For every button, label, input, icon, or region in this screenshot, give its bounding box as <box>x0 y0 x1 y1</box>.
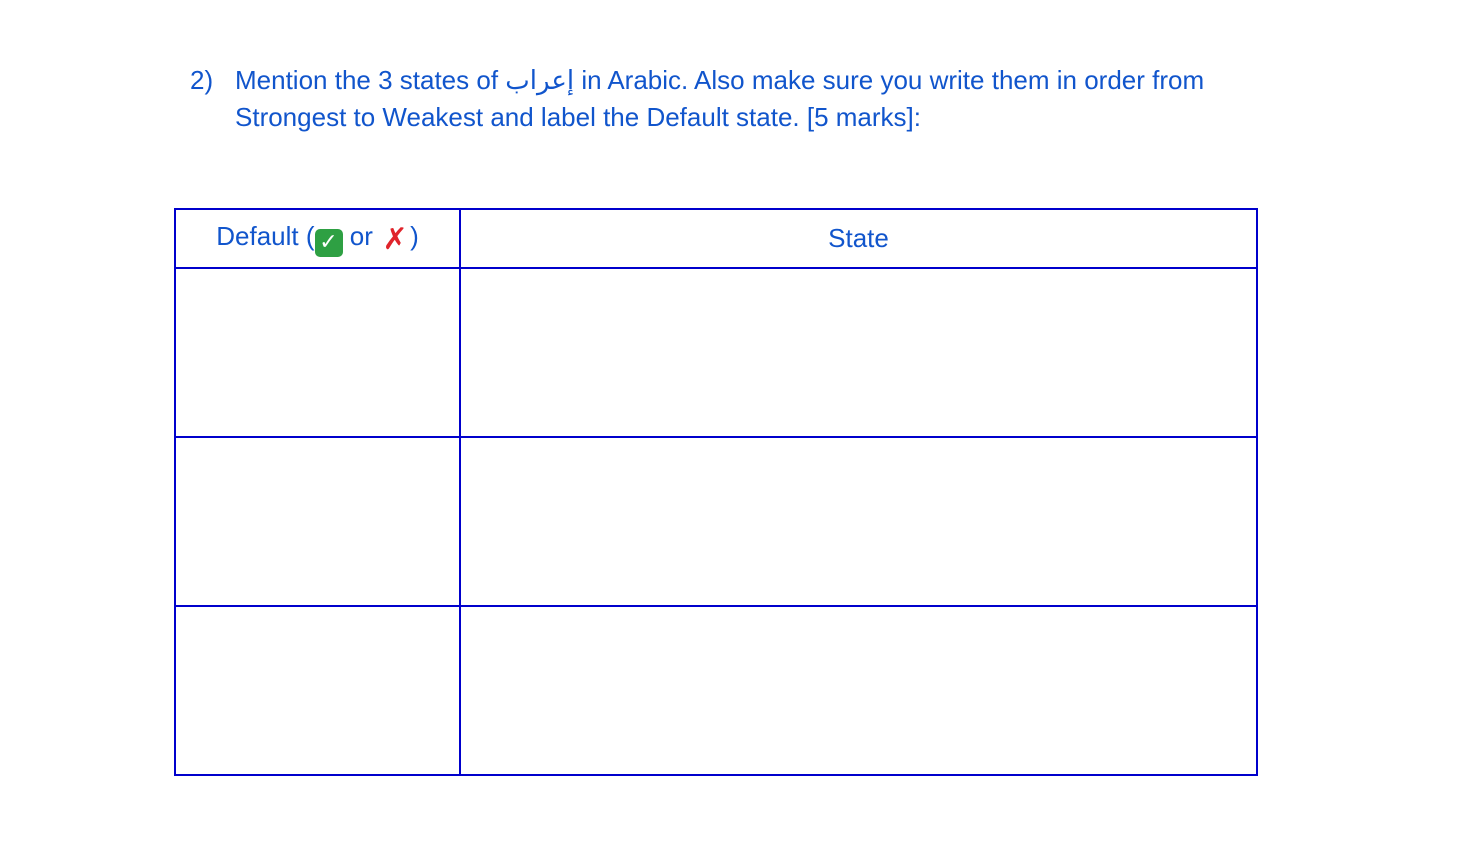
question-text: Mention the 3 states of إعراب in Arabic.… <box>235 62 1280 135</box>
question-number: 2) <box>190 65 214 95</box>
default-cell[interactable] <box>174 267 461 438</box>
state-cell[interactable] <box>459 436 1258 607</box>
header-default-suffix: ) <box>410 220 419 251</box>
default-cell[interactable] <box>174 436 461 607</box>
state-cell[interactable] <box>459 605 1258 776</box>
default-cell[interactable] <box>174 605 461 776</box>
question-text-before: Mention the 3 states of <box>235 65 499 95</box>
answer-table: Default (✓ or ✗) State <box>174 208 1258 776</box>
check-mark-icon: ✓ <box>314 228 343 257</box>
cross-mark-icon: ✗ <box>382 221 408 257</box>
header-state: State <box>459 208 1258 269</box>
state-cell[interactable] <box>459 267 1258 438</box>
header-default-prefix: Default ( <box>216 220 315 251</box>
table-row <box>174 436 1258 607</box>
table-row <box>174 267 1258 438</box>
header-row: Default (✓ or ✗) State <box>174 208 1258 269</box>
header-default: Default (✓ or ✗) <box>174 208 461 269</box>
arabic-word: إعراب <box>505 66 575 96</box>
header-or-text: or <box>349 220 373 251</box>
table-row <box>174 605 1258 776</box>
question-block: 2) Mention the 3 states of إعراب in Arab… <box>190 62 1280 135</box>
